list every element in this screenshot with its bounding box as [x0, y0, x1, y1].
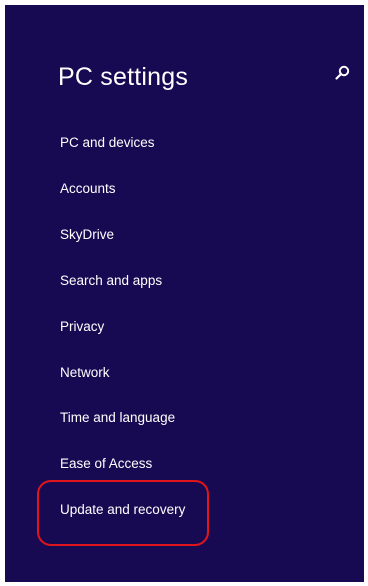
search-button[interactable]	[331, 63, 353, 85]
nav-item-network[interactable]: Network	[60, 365, 110, 380]
nav-item-skydrive[interactable]: SkyDrive	[60, 227, 114, 242]
settings-panel: PC settings PC and devices Accounts SkyD…	[5, 5, 364, 582]
nav-item-update-and-recovery[interactable]: Update and recovery	[60, 502, 185, 517]
nav-item-pc-and-devices[interactable]: PC and devices	[60, 135, 155, 150]
nav-item-ease-of-access[interactable]: Ease of Access	[60, 456, 152, 471]
nav-item-search-and-apps[interactable]: Search and apps	[60, 273, 162, 288]
nav-item-privacy[interactable]: Privacy	[60, 319, 104, 334]
page-title: PC settings	[58, 63, 189, 91]
nav-item-accounts[interactable]: Accounts	[60, 181, 116, 196]
search-icon	[335, 65, 350, 80]
nav-item-time-and-language[interactable]: Time and language	[60, 410, 175, 425]
